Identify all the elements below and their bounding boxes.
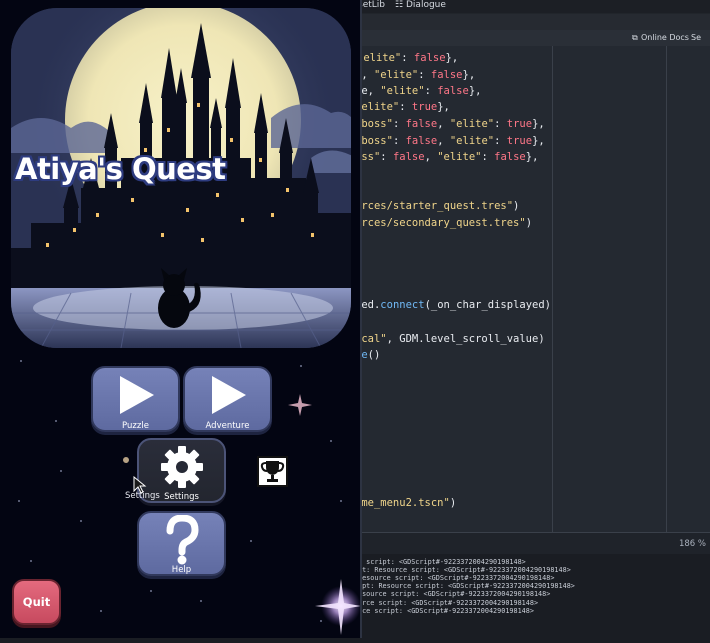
console-line: it: Resource script: <GDScript#-92233720… <box>358 566 571 575</box>
code-line: "boss": false, "elite": true}, <box>355 135 545 147</box>
game-title: Atiya's Quest <box>15 152 226 186</box>
puzzle-button-label: Puzzle <box>122 421 149 431</box>
console-line: rce script: <GDScript#-92233720042901981… <box>358 606 534 615</box>
code-line: urces/secondary_quest.tres") <box>355 217 533 229</box>
gear-icon <box>139 444 224 494</box>
star-dot <box>300 365 302 367</box>
star-dot <box>250 540 252 542</box>
play-icon <box>93 374 178 420</box>
code-line: "elite": true}, <box>355 101 450 113</box>
code-line: oss": false, "elite": false}, <box>355 151 539 163</box>
code-line: urces/starter_quest.tres") <box>355 200 520 212</box>
code-line: yed.connect(_on_char_displayed) <box>355 299 551 311</box>
output-console: e script: <GDScript#-9223372004290198148… <box>355 554 710 643</box>
question-icon <box>139 514 224 569</box>
trophy-icon <box>260 461 285 482</box>
quit-button[interactable]: Quit <box>12 579 61 625</box>
dialogue-tab-icon: ☷ <box>395 0 404 10</box>
code-text-area[interactable]: "elite": false}, e, "elite": false}, se, "… <box>355 46 710 532</box>
star-dot <box>55 420 57 422</box>
sparkle-icon <box>315 579 360 635</box>
editor-status-bar: 186 % <box>355 532 710 554</box>
code-line: se, "elite": false}, <box>355 85 482 97</box>
sparkle-icon <box>123 457 129 463</box>
zoom-level[interactable]: 186 % <box>679 539 706 549</box>
star-dot <box>100 610 102 612</box>
star-dot <box>340 500 342 502</box>
search-help-link[interactable]: Se <box>691 33 701 42</box>
help-button-label: Help <box>171 565 192 575</box>
console-line: urce script: <GDScript#-9223372004290198… <box>358 598 539 607</box>
code-line: "elite": false}, <box>357 52 459 64</box>
star-dot <box>330 440 332 442</box>
editor-subtoolbar <box>355 14 710 30</box>
console-line: Resource script: <GDScript#-922337200429… <box>358 574 555 583</box>
star-dot <box>30 560 32 562</box>
external-link-icon: ⧉ <box>632 33 638 42</box>
game-window: Atiya's Quest Puzzle Adventure Settings … <box>0 0 362 638</box>
console-line: ipt: Resource script: <GDScript#-9223372… <box>358 582 575 591</box>
console-line: e script: <GDScript#-9223372004290198148… <box>358 558 526 566</box>
online-docs-link[interactable]: Online Docs <box>641 33 689 42</box>
code-line: e, "elite": false}, <box>355 69 476 81</box>
editor-tab-bar: setLib ☷ Dialogue <box>355 0 710 13</box>
star-dot <box>18 500 20 502</box>
star-dot <box>200 600 202 602</box>
code-guide-line <box>666 46 667 532</box>
achievements-button[interactable] <box>257 456 288 487</box>
star-dot <box>20 360 22 362</box>
star-dot <box>60 470 62 472</box>
tab-dialogue[interactable]: Dialogue <box>406 0 446 10</box>
sparkle-icon <box>288 394 312 416</box>
code-line: ical", GDM.level_scroll_value) <box>355 333 545 345</box>
adventure-button[interactable]: Adventure <box>183 366 272 432</box>
console-line: esource script: <GDScript#-9223372004290… <box>358 590 551 599</box>
help-button[interactable]: Help <box>137 511 226 576</box>
code-line: "boss": false, "elite": true}, <box>355 118 545 130</box>
settings-tooltip: Settings <box>125 491 160 501</box>
code-guide-line <box>552 46 553 532</box>
tab-setlib[interactable]: setLib <box>358 0 385 10</box>
code-line: ame_menu2.tscn") <box>355 497 457 509</box>
star-dot <box>80 520 82 522</box>
puzzle-button[interactable]: Puzzle <box>91 366 180 432</box>
adventure-button-label: Adventure <box>205 421 250 431</box>
editor-doc-toolbar: ⧉ Online Docs Se <box>355 30 710 46</box>
play-icon <box>185 374 270 420</box>
star-dot <box>150 590 152 592</box>
